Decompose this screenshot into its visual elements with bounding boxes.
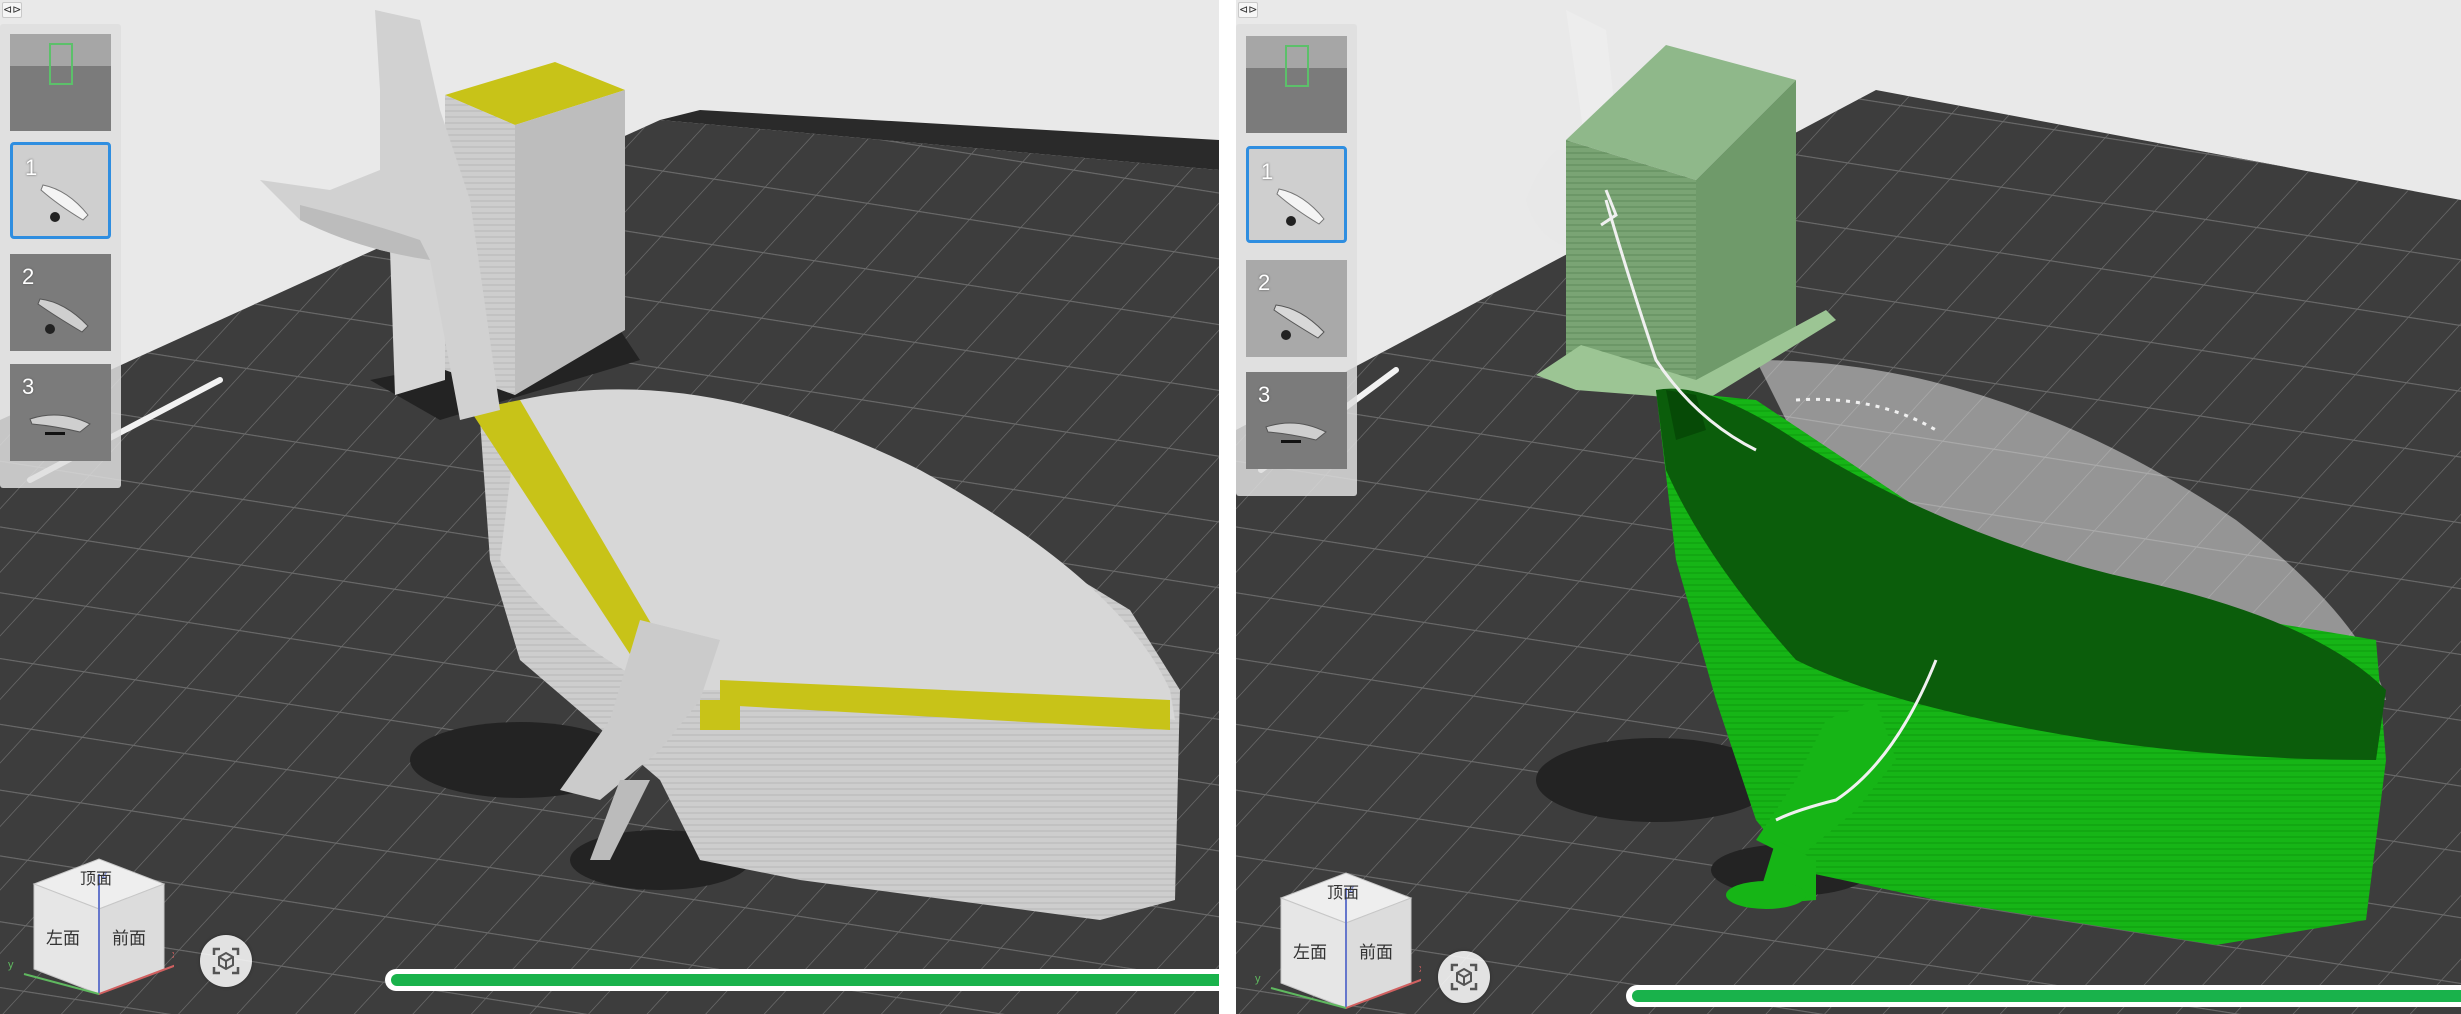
plate-thumbnail-3[interactable]: 3 — [1246, 372, 1347, 469]
plate-number: 2 — [22, 264, 35, 289]
axis-x-label: x — [1419, 963, 1421, 975]
recenter-view-icon[interactable] — [1438, 951, 1490, 1003]
left-scene[interactable] — [0, 0, 1219, 1014]
plate-number: 1 — [1261, 159, 1274, 184]
plate-thumbnail-0[interactable] — [1246, 36, 1347, 133]
cube-left-face[interactable]: 左面 — [1293, 943, 1327, 962]
left-3d-viewport[interactable]: ⊲⊳ 1 2 3 z x y 顶面 左 — [0, 0, 1219, 1014]
plate-thumbnail-1[interactable]: 1 — [1246, 146, 1347, 243]
plate-number: 3 — [22, 374, 35, 399]
plate-number: 3 — [1258, 382, 1271, 407]
plate-thumbnail-1[interactable]: 1 — [10, 142, 111, 239]
plate-thumbnail-3[interactable]: 3 — [10, 364, 111, 461]
split-view-icon[interactable]: ⊲⊳ — [2, 2, 22, 18]
plate-number: 2 — [1258, 270, 1271, 295]
split-view-icon[interactable]: ⊲⊳ — [1238, 2, 1258, 18]
axis-x-label: x — [172, 949, 174, 961]
slicing-progress-bar — [385, 969, 1219, 991]
cube-front-face[interactable]: 前面 — [1359, 943, 1393, 962]
plate-thumbnail-2[interactable]: 2 — [1246, 260, 1347, 357]
right-3d-viewport[interactable]: ⊲⊳ 1 2 3 z x y 顶面 左 — [1236, 0, 2461, 1014]
view-cube[interactable]: z x y 顶面 左面 前面 — [4, 844, 180, 1004]
slicing-progress-bar — [1626, 985, 2461, 1007]
plate-number: 1 — [25, 155, 38, 180]
plate-thumbnail-0[interactable] — [10, 34, 111, 131]
cube-top-face[interactable]: 顶面 — [80, 870, 112, 888]
viewport-divider[interactable] — [1219, 0, 1236, 1014]
recenter-view-icon[interactable] — [200, 935, 252, 987]
plate-list-panel: 1 2 3 — [0, 24, 121, 488]
axis-y-label: y — [8, 959, 14, 971]
plate-thumbnail-2[interactable]: 2 — [10, 254, 111, 351]
plate-list-panel: 1 2 3 — [1236, 24, 1357, 496]
cube-top-face[interactable]: 顶面 — [1327, 884, 1359, 902]
progress-fill — [1632, 990, 2461, 1002]
axis-y-label: y — [1255, 973, 1261, 985]
view-cube[interactable]: z x y 顶面 左面 前面 — [1251, 858, 1427, 1014]
cube-left-face[interactable]: 左面 — [46, 929, 80, 948]
cube-front-face[interactable]: 前面 — [112, 929, 146, 948]
progress-fill — [391, 974, 1219, 986]
